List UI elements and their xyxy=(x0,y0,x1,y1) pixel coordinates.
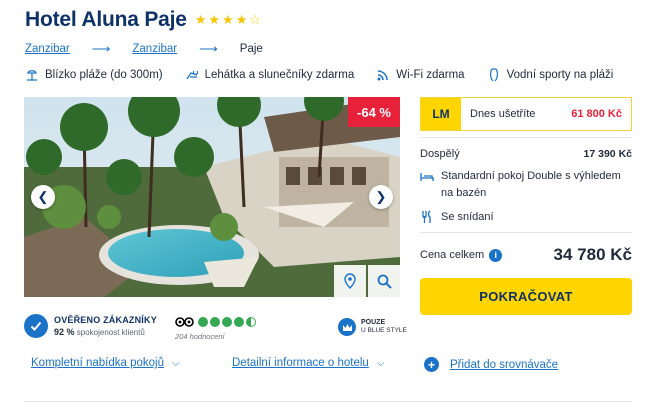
savings-label: Dnes ušetříte xyxy=(470,108,536,120)
star-icon: ★ xyxy=(208,12,221,27)
review-count: 204 hodnocení xyxy=(175,332,225,341)
feature-beach: Blízko pláže (do 300m) xyxy=(25,68,163,82)
water-sports-icon xyxy=(489,68,498,82)
meal-label: Se snídaní xyxy=(441,211,494,223)
search-icon xyxy=(377,274,392,289)
add-to-compare-label: Přidat do srovnávače xyxy=(450,358,559,371)
satisfaction-percent: 92 % xyxy=(54,327,75,337)
rating-bubble-icon xyxy=(198,317,208,327)
last-minute-savings: LM Dnes ušetříte 61 800 Kč xyxy=(420,97,632,131)
show-map-button[interactable] xyxy=(334,265,366,297)
hotel-features: Blízko pláže (do 300m) Lehátka a slunečn… xyxy=(25,68,635,82)
wifi-icon xyxy=(377,70,388,81)
feature-water-sports: Vodní sporty na pláži xyxy=(487,68,614,82)
total-price-row: Cena celkem i 34 780 Kč xyxy=(420,245,632,265)
verified-title: OVĚŘENO ZÁKAZNÍKY xyxy=(54,315,157,325)
check-icon xyxy=(24,314,48,338)
lm-badge: LM xyxy=(421,98,461,130)
arrow-right-icon: ⟶ xyxy=(199,41,218,56)
photo-gallery[interactable]: -64 % ❮ ❯ xyxy=(24,97,400,297)
adult-price-row: Dospělý 17 390 Kč xyxy=(420,148,632,160)
star-icon: ★ xyxy=(235,12,248,27)
beach-icon xyxy=(27,70,37,81)
tripadvisor-rating[interactable]: 204 hodnocení xyxy=(175,316,258,341)
chevron-left-icon: ❮ xyxy=(37,189,49,204)
star-icon: ★ xyxy=(194,12,207,27)
add-to-compare-link[interactable]: + Přidat do srovnávače xyxy=(424,357,558,372)
discount-badge: -64 % xyxy=(348,97,400,127)
total-label: Cena celkem xyxy=(420,249,485,261)
star-outline-icon: ☆ xyxy=(249,12,262,27)
feature-label: Vodní sporty na pláži xyxy=(506,69,614,81)
rating-bubble-icon xyxy=(210,317,220,327)
rating-bubble-icon xyxy=(222,317,232,327)
feature-label: Blízko pláže (do 300m) xyxy=(45,69,163,81)
rooms-offer-link[interactable]: Kompletní nabídka pokojů ⌵ xyxy=(31,357,180,369)
breadcrumb-current: Paje xyxy=(239,43,263,55)
zoom-gallery-button[interactable] xyxy=(368,265,400,297)
price-panel: LM Dnes ušetříte 61 800 Kč Dospělý 17 39… xyxy=(420,97,632,265)
feature-label: Wi-Fi zdarma xyxy=(396,69,465,81)
breadcrumb-link-region[interactable]: Zanzibar xyxy=(132,43,177,55)
star-icon: ★ xyxy=(222,12,234,27)
rooms-offer-label: Kompletní nabídka pokojů xyxy=(31,357,164,369)
divider xyxy=(24,401,632,402)
hotel-details-link[interactable]: Detailní informace o hotelu ⌵ xyxy=(232,357,384,369)
exclusive-line2: U BLUE STYLE xyxy=(361,327,407,334)
gallery-next-button[interactable]: ❯ xyxy=(369,185,393,209)
room-line-1: Standardní pokoj Double s výhledem xyxy=(441,170,621,182)
breadcrumb: Zanzibar ⟶ Zanzibar ⟶ Paje xyxy=(25,41,263,57)
crown-icon xyxy=(338,318,356,336)
room-line-2: na bazén xyxy=(441,187,487,199)
tripadvisor-owl-icon xyxy=(175,317,194,327)
hotel-header: Hotel Aluna Paje ★ ★ ★ ★ ☆ xyxy=(25,8,261,32)
map-pin-icon xyxy=(344,273,356,289)
feature-sunbeds: Lehátka a slunečníky zdarma xyxy=(185,68,355,82)
sunbed-icon xyxy=(186,70,198,80)
chevron-right-icon: ❯ xyxy=(375,189,387,204)
star-rating: ★ ★ ★ ★ ☆ xyxy=(195,12,261,28)
rating-half-bubble-icon xyxy=(246,317,256,327)
bed-icon xyxy=(420,173,434,181)
chevron-down-icon: ⌵ xyxy=(376,357,385,369)
hotel-details-label: Detailní informace o hotelu xyxy=(232,357,369,369)
total-price: 34 780 Kč xyxy=(553,245,632,264)
exclusive-line1: POUZE xyxy=(361,319,386,326)
feature-wifi: Wi-Fi zdarma xyxy=(376,68,465,82)
info-icon[interactable]: i xyxy=(489,248,503,262)
adult-price: 17 390 Kč xyxy=(583,148,632,160)
adult-label: Dospělý xyxy=(420,148,460,160)
cutlery-icon xyxy=(422,210,431,223)
rating-bubble-icon xyxy=(234,317,244,327)
room-type: Standardní pokoj Double s výhledem na baz… xyxy=(420,168,632,202)
chevron-down-icon: ⌵ xyxy=(171,357,180,369)
divider xyxy=(420,137,632,138)
exclusive-badge: POUZE U BLUE STYLE xyxy=(338,318,407,336)
meal-plan: Se snídaní xyxy=(420,210,632,224)
satisfaction-label: spokojenost klientů xyxy=(76,328,145,337)
breadcrumb-link-country[interactable]: Zanzibar xyxy=(25,43,70,55)
gallery-prev-button[interactable]: ❮ xyxy=(31,185,55,209)
hotel-title: Hotel Aluna Paje xyxy=(25,8,187,31)
divider xyxy=(420,232,632,233)
continue-button[interactable]: POKRAČOVAT xyxy=(420,278,632,315)
verified-by-customers: OVĚŘENO ZÁKAZNÍKY 92 % spokojenost klien… xyxy=(24,314,157,338)
feature-label: Lehátka a slunečníky zdarma xyxy=(204,69,355,81)
arrow-right-icon: ⟶ xyxy=(91,41,111,56)
plus-icon: + xyxy=(424,357,439,372)
savings-amount: 61 800 Kč xyxy=(571,108,622,120)
